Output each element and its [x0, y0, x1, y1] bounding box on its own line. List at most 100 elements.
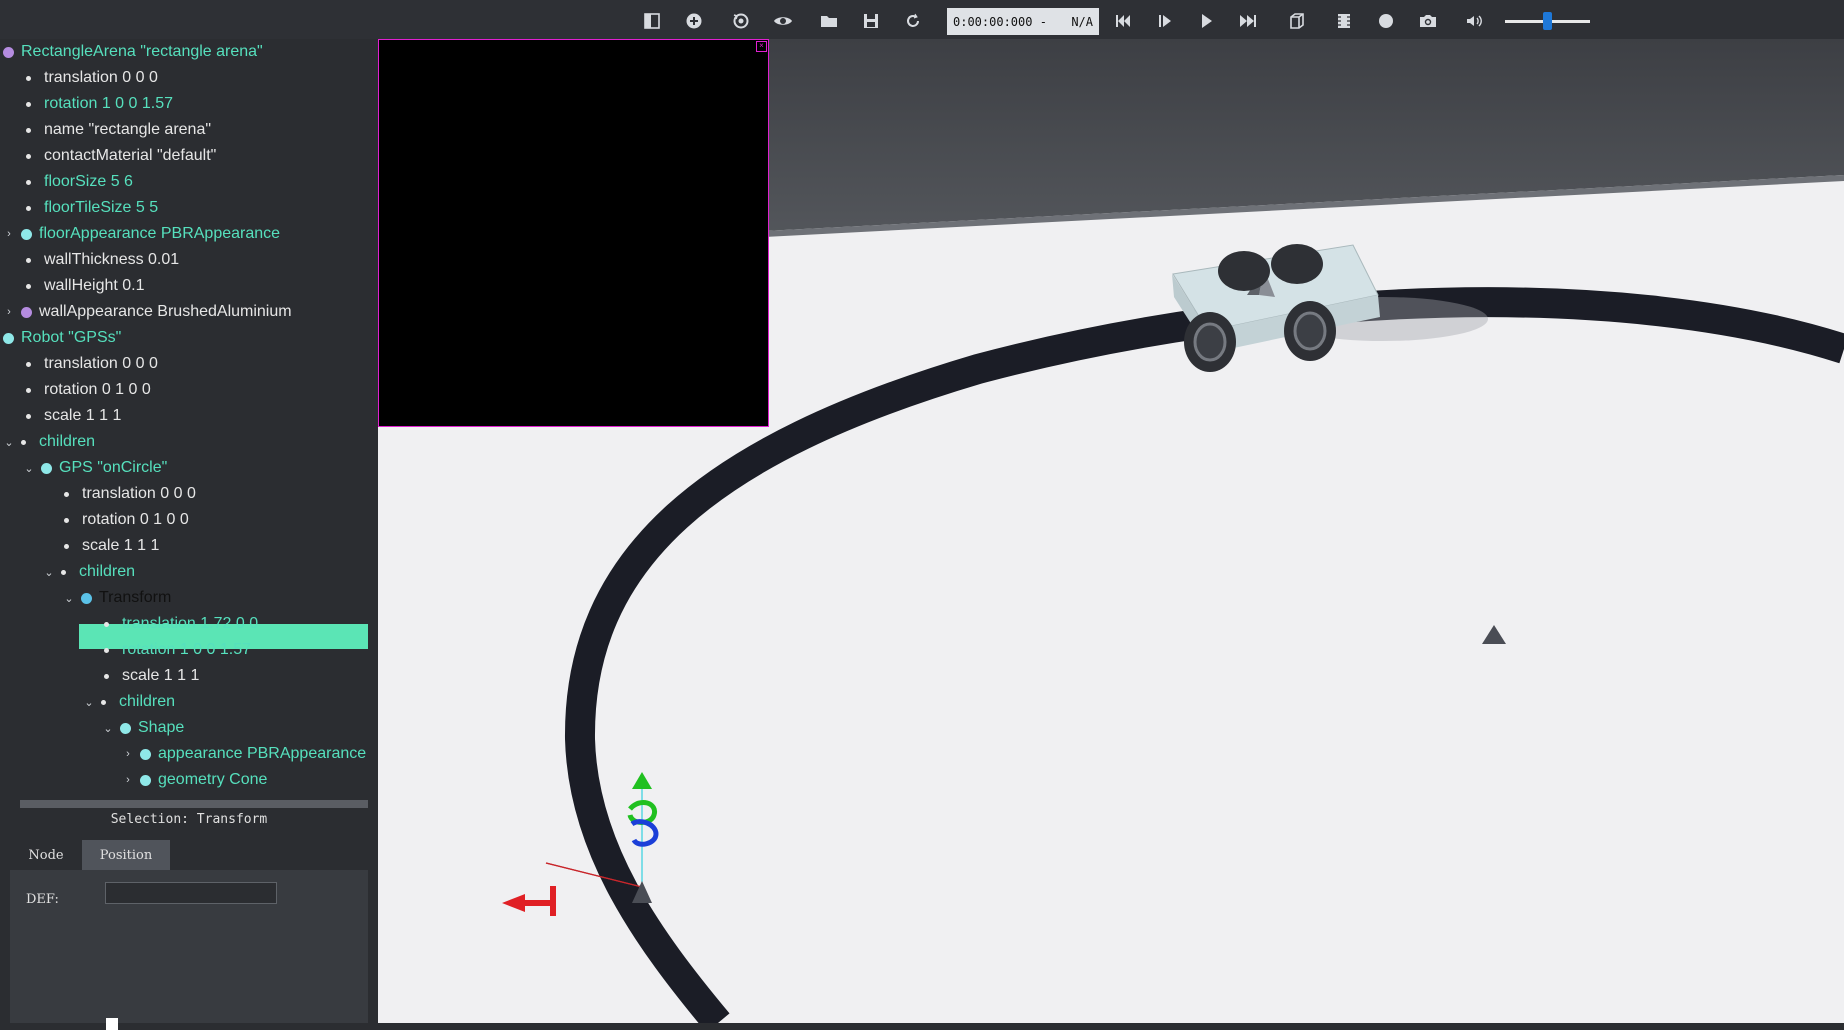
record-movie-icon[interactable] — [1331, 8, 1357, 34]
screenshot-camera-icon[interactable] — [1415, 8, 1441, 34]
camera-overlay-window[interactable]: × — [378, 39, 769, 427]
record-circle-icon[interactable] — [1373, 8, 1399, 34]
render-toggle-cube-icon[interactable] — [1284, 8, 1310, 34]
tree-node-wall-appearance[interactable]: › wallAppearance BrushedAluminium — [3, 299, 291, 325]
tree-field[interactable]: floorSize 5 6 — [26, 169, 133, 195]
selection-title: Selection: Transform — [110, 812, 268, 827]
field-editor-panel: Selection: Transform Node Position DEF: — [0, 808, 378, 1030]
proto-node-icon — [21, 306, 32, 318]
node-icon — [41, 462, 52, 474]
field-dot-icon — [104, 673, 109, 679]
tree-node-shape[interactable]: ⌄ Shape — [102, 715, 184, 741]
tree-node-robot[interactable]: Robot "GPSs" — [3, 325, 121, 351]
collapse-arrow-icon[interactable]: ⌄ — [43, 566, 55, 579]
expand-arrow-icon[interactable]: › — [3, 306, 15, 318]
reset-view-icon[interactable] — [728, 8, 754, 34]
tree-node-rectangle-arena[interactable]: RectangleArena "rectangle arena" — [3, 39, 263, 65]
tree-field-children[interactable]: ⌄ children — [43, 559, 135, 585]
toggle-scene-tree-icon[interactable] — [639, 8, 665, 34]
tree-field[interactable]: rotation 0 1 0 0 — [26, 377, 151, 403]
field-dot-icon — [104, 647, 109, 653]
proto-node-icon — [3, 46, 14, 58]
expand-arrow-icon[interactable]: › — [3, 228, 15, 240]
tree-node-appearance[interactable]: › appearance PBRAppearance — [122, 741, 366, 767]
main-toolbar: 0:00:00:000 - N/A — [0, 0, 1844, 39]
field-dot-icon — [64, 517, 69, 523]
tree-node-geometry[interactable]: › geometry Cone — [122, 767, 267, 793]
field-dot-icon — [26, 75, 31, 81]
node-icon — [140, 748, 151, 760]
collapse-arrow-icon[interactable]: ⌄ — [3, 436, 15, 449]
tree-field[interactable]: translation 0 0 0 — [26, 351, 158, 377]
tree-field[interactable]: scale 1 1 1 — [26, 403, 121, 429]
node-icon — [3, 332, 14, 344]
node-icon — [81, 592, 92, 604]
tab-position[interactable]: Position — [82, 840, 170, 870]
tree-field[interactable]: name "rectangle arena" — [26, 117, 211, 143]
volume-slider-thumb[interactable] — [1543, 12, 1552, 30]
collapse-arrow-icon[interactable]: ⌄ — [23, 462, 35, 475]
simulation-speed: N/A — [1071, 14, 1093, 29]
step-icon[interactable] — [1152, 8, 1178, 34]
field-dot-icon — [26, 257, 31, 263]
add-node-icon[interactable] — [681, 8, 707, 34]
open-folder-icon[interactable] — [816, 8, 842, 34]
tree-field[interactable]: scale 1 1 1 — [64, 533, 159, 559]
tree-field[interactable]: wallHeight 0.1 — [26, 273, 145, 299]
def-label: DEF: — [26, 892, 59, 907]
node-icon — [140, 774, 151, 786]
field-dot-icon — [64, 491, 69, 497]
close-icon[interactable]: × — [756, 41, 767, 52]
node-icon — [120, 722, 131, 734]
simulation-time-display: 0:00:00:000 - N/A — [947, 8, 1099, 35]
tab-node[interactable]: Node — [10, 840, 82, 870]
tree-node-gps[interactable]: ⌄ GPS "onCircle" — [23, 455, 167, 481]
tree-field-children[interactable]: ⌄ children — [3, 429, 95, 455]
field-dot-icon — [26, 361, 31, 367]
tree-horizontal-scrollbar[interactable] — [20, 800, 368, 808]
field-dot-icon — [61, 569, 66, 575]
tree-field[interactable]: floorTileSize 5 5 — [26, 195, 158, 221]
step-back-icon[interactable] — [1110, 8, 1136, 34]
collapse-arrow-icon[interactable]: ⌄ — [83, 696, 95, 709]
tree-field[interactable]: translation 1.72 0 0 — [104, 611, 258, 637]
collapse-arrow-icon[interactable]: ⌄ — [63, 592, 75, 605]
field-dot-icon — [101, 699, 106, 705]
tree-field[interactable]: translation 0 0 0 — [26, 65, 158, 91]
play-icon[interactable] — [1193, 8, 1219, 34]
tab-content: DEF: — [10, 870, 368, 1030]
tree-node-floor-appearance[interactable]: › floorAppearance PBRAppearance — [3, 221, 280, 247]
tree-field[interactable]: rotation 1 0 0 1.57 — [26, 91, 173, 117]
simulation-time: 0:00:00:000 - — [953, 14, 1047, 29]
tree-field[interactable]: scale 1 1 1 — [104, 663, 199, 689]
field-dot-icon — [104, 621, 109, 627]
field-dot-icon — [64, 543, 69, 549]
field-dot-icon — [26, 179, 31, 185]
save-icon[interactable] — [858, 8, 884, 34]
field-dot-icon — [26, 127, 31, 133]
tree-field[interactable]: rotation 0 1 0 0 — [64, 507, 189, 533]
def-input[interactable] — [105, 882, 277, 904]
tree-field-children[interactable]: ⌄ children — [83, 689, 175, 715]
tree-field[interactable]: wallThickness 0.01 — [26, 247, 179, 273]
node-icon — [21, 228, 32, 240]
field-dot-icon — [26, 205, 31, 211]
reload-icon[interactable] — [900, 8, 926, 34]
field-dot-icon — [26, 101, 31, 107]
tree-field[interactable]: rotation 1 0 0 1.57 — [104, 637, 251, 663]
field-dot-icon — [21, 439, 26, 445]
expand-arrow-icon[interactable]: › — [122, 748, 134, 760]
tree-field[interactable]: contactMaterial "default" — [26, 143, 216, 169]
fast-forward-icon[interactable] — [1235, 8, 1261, 34]
field-dot-icon — [26, 283, 31, 289]
field-dot-icon — [26, 413, 31, 419]
view-options-eye-icon[interactable] — [770, 8, 796, 34]
sound-volume-icon[interactable] — [1461, 8, 1487, 34]
collapse-arrow-icon[interactable]: ⌄ — [102, 722, 114, 735]
field-dot-icon — [26, 153, 31, 159]
checkbox[interactable] — [106, 1018, 118, 1030]
expand-arrow-icon[interactable]: › — [122, 774, 134, 786]
tree-node-transform-selected[interactable]: ⌄ Transform — [63, 585, 171, 611]
tree-field[interactable]: translation 0 0 0 — [64, 481, 196, 507]
field-dot-icon — [26, 387, 31, 393]
